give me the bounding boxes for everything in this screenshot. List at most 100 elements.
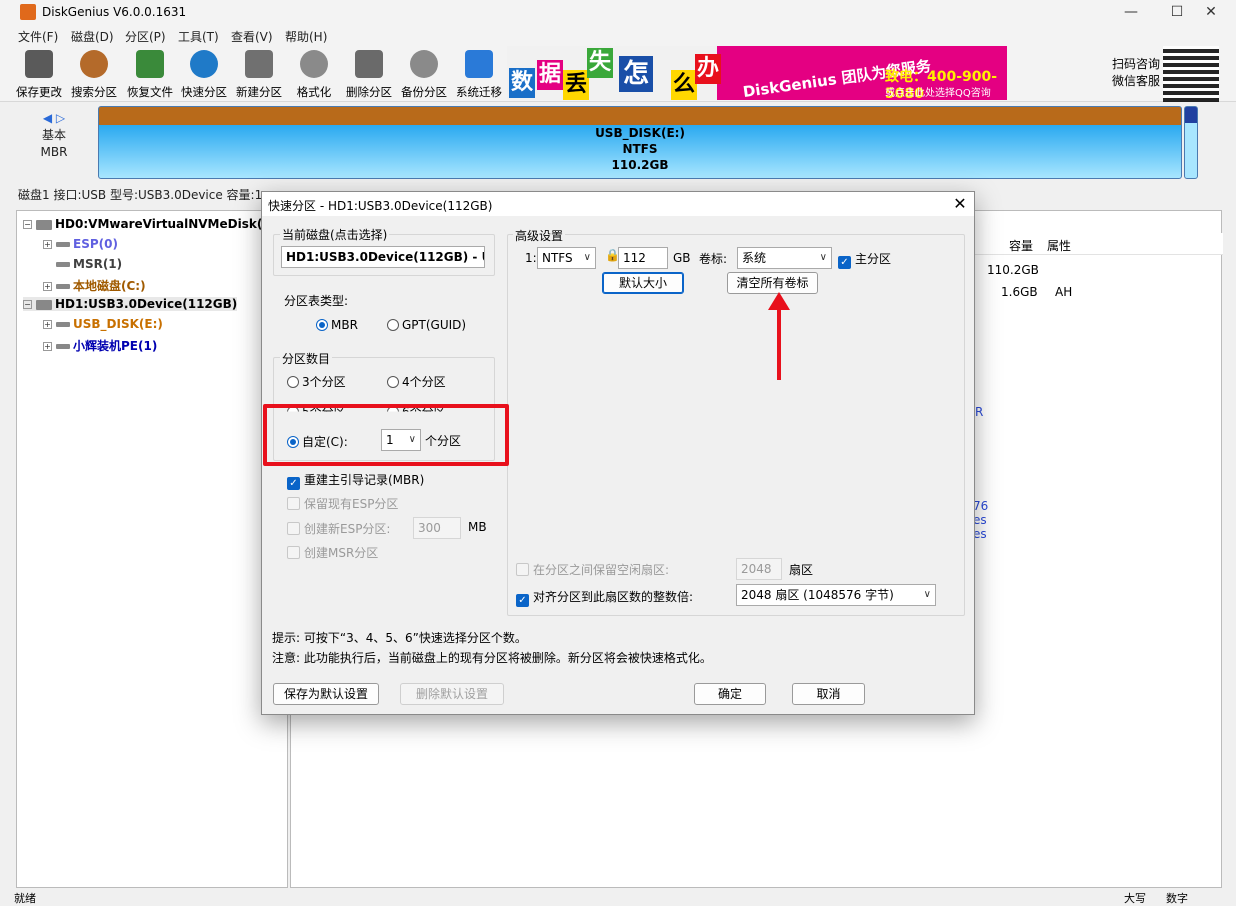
toolbar-quick-partition-button[interactable]: 快速分区 <box>178 48 230 100</box>
banner-char: 数 <box>509 68 535 98</box>
partition-fs: NTFS <box>622 142 658 156</box>
toolbar-recover-files-button[interactable]: 恢复文件 <box>124 48 176 100</box>
banner-qq-link[interactable]: 或点击此处选择QQ咨询 <box>885 84 991 99</box>
cancel-button[interactable]: 取消 <box>792 683 865 705</box>
banner-char: 怎 <box>619 56 653 92</box>
keep-esp-checkbox[interactable]: 保留现有ESP分区 <box>287 495 398 512</box>
disk-tree: − HD0:VMwareVirtualNVMeDisk(8 + ESP(0) MSR… <box>16 210 288 888</box>
ok-button[interactable]: 确定 <box>694 683 766 705</box>
tree-node-usb-disk[interactable]: + USB_DISK(E:) <box>43 317 163 331</box>
new-esp-checkbox[interactable]: 创建新ESP分区: <box>287 520 390 537</box>
radio-gpt[interactable]: GPT(GUID) <box>387 318 466 332</box>
expand-icon[interactable]: + <box>43 320 52 329</box>
note-text: 注意: 此功能执行后，当前磁盘上的现有分区将被删除。新分区将会被快速格式化。 <box>272 651 712 665</box>
partition-count-label: 分区数目 <box>280 350 333 367</box>
expand-icon[interactable]: + <box>43 282 52 291</box>
dialog-close-icon[interactable]: ✕ <box>946 192 974 216</box>
window-title: DiskGenius V6.0.0.1631 <box>42 5 187 19</box>
table-cell: 1.6GB <box>1001 285 1038 299</box>
advanced-settings-label: 高级设置 <box>513 227 566 244</box>
status-text: 就绪 <box>14 892 36 905</box>
tree-node-hd1[interactable]: − HD1:USB3.0Device(112GB) <box>23 297 238 311</box>
clear-all-labels-button[interactable]: 清空所有卷标 <box>727 272 818 294</box>
collapse-icon[interactable]: − <box>23 300 32 309</box>
col-attribute[interactable]: 属性 <box>1047 237 1071 254</box>
hard-disk-icon <box>36 219 52 230</box>
volume-label-select[interactable]: 系统 ∨ <box>737 247 832 269</box>
highlight-box <box>263 404 509 466</box>
row-index: 1: <box>525 251 537 265</box>
radio-mbr[interactable]: MBR <box>316 318 358 332</box>
create-msr-checkbox[interactable]: 创建MSR分区 <box>287 544 378 561</box>
size-unit: GB <box>673 251 691 265</box>
toolbar-backup-partition-button[interactable]: 备份分区 <box>398 48 450 100</box>
default-size-button[interactable]: 默认大小 <box>602 272 684 294</box>
partition-block-usb-disk[interactable]: USB_DISK(E:) NTFS 110.2GB <box>98 106 1182 179</box>
chevron-down-icon: ∨ <box>819 252 827 263</box>
save-default-button[interactable]: 保存为默认设置 <box>273 683 379 705</box>
tree-node-local-c[interactable]: + 本地磁盘(C:) <box>43 277 146 294</box>
disk-table-label: MBR <box>40 145 68 159</box>
radio-4-partitions[interactable]: 4个分区 <box>387 373 446 390</box>
save-disk-icon <box>25 50 53 78</box>
status-bar: 就绪 大写 数字 <box>0 888 1236 905</box>
menu-tools[interactable]: 工具(T) <box>178 28 219 45</box>
delete-default-button[interactable]: 删除默认设置 <box>400 683 504 705</box>
banner-char: 办 <box>695 54 721 84</box>
dialog-title: 快速分区 - HD1:USB3.0Device(112GB) <box>268 199 493 213</box>
reserve-sectors-checkbox[interactable]: 在分区之间保留空闲扇区: <box>516 561 669 578</box>
qr-code-icon <box>1163 46 1219 102</box>
expand-icon[interactable]: + <box>43 342 52 351</box>
current-disk-field[interactable]: HD1:USB3.0Device(112GB) - USB_ <box>281 246 485 268</box>
dialog-title-bar: 快速分区 - HD1:USB3.0Device(112GB) ✕ <box>262 192 974 216</box>
reserve-unit: 扇区 <box>789 563 814 577</box>
toolbar-format-button[interactable]: 格式化 <box>288 48 340 100</box>
partition-icon <box>56 322 70 327</box>
new-esp-size-input[interactable]: 300 <box>413 517 461 539</box>
tree-node-msr[interactable]: MSR(1) <box>56 257 122 271</box>
close-button[interactable]: ✕ <box>1188 0 1234 26</box>
table-cell: 110.2GB <box>987 263 1039 277</box>
volume-label-caption: 卷标: <box>699 252 728 266</box>
checkmark-icon: ✓ <box>287 477 300 490</box>
banner-char: 么 <box>671 70 697 100</box>
menu-view[interactable]: 查看(V) <box>231 28 273 45</box>
banner-char: 失 <box>587 48 613 78</box>
disk-info-line: 磁盘1 接口:USB 型号:USB3.0Device 容量:1 <box>18 188 263 202</box>
table-cell: AH <box>1055 285 1073 299</box>
partition-size-input[interactable]: 112 <box>618 247 668 269</box>
menu-help[interactable]: 帮助(H) <box>285 28 327 45</box>
tree-node-esp[interactable]: + ESP(0) <box>43 237 118 251</box>
delete-bin-icon <box>355 50 383 78</box>
expand-icon[interactable]: + <box>43 240 52 249</box>
partition-name: USB_DISK(E:) <box>595 126 685 140</box>
toolbar-save-button[interactable]: 保存更改 <box>13 48 65 100</box>
partial-text: 76 <box>973 499 989 513</box>
tree-node-pe[interactable]: + 小辉装机PE(1) <box>43 337 157 354</box>
radio-3-partitions[interactable]: 3个分区 <box>287 373 346 390</box>
toolbar-search-partition-button[interactable]: 搜索分区 <box>68 48 120 100</box>
menu-disk[interactable]: 磁盘(D) <box>71 28 114 45</box>
align-partitions-checkbox[interactable]: ✓ 对齐分区到此扇区数的整数倍: <box>516 588 693 607</box>
filesystem-select[interactable]: NTFS ∨ <box>537 247 596 269</box>
banner-char: 丢 <box>563 70 589 100</box>
disk-map: ◀ ▷ 基本 MBR USB_DISK(E:) NTFS 110.2GB <box>14 104 1220 184</box>
rebuild-mbr-checkbox[interactable]: ✓ 重建主引导记录(MBR) <box>287 471 424 490</box>
service-banner[interactable]: 数 据 丢 失 怎 么 办 DiskGenius 团队为您服务 致电：400-9… <box>507 46 1007 100</box>
checkmark-icon: ✓ <box>516 594 529 607</box>
toolbar-delete-partition-button[interactable]: 删除分区 <box>343 48 395 100</box>
disk-nav-arrows-icon[interactable]: ◀ ▷ <box>14 110 94 127</box>
col-capacity[interactable]: 容量 <box>1009 237 1033 254</box>
menu-partition[interactable]: 分区(P) <box>125 28 166 45</box>
toolbar-new-partition-button[interactable]: 新建分区 <box>233 48 285 100</box>
menu-file[interactable]: 文件(F) <box>18 28 58 45</box>
primary-partition-checkbox[interactable]: ✓ 主分区 <box>838 250 891 269</box>
collapse-icon[interactable]: − <box>23 220 32 229</box>
partition-block-pe[interactable] <box>1184 106 1198 179</box>
align-sectors-select[interactable]: 2048 扇区 (1048576 字节) ∨ <box>736 584 936 606</box>
toolbar-system-migrate-button[interactable]: 系统迁移 <box>453 48 505 100</box>
reserve-sectors-input[interactable]: 2048 <box>736 558 782 580</box>
magnifier-icon <box>80 50 108 78</box>
tree-node-hd0[interactable]: − HD0:VMwareVirtualNVMeDisk(8 <box>23 217 271 231</box>
minimize-button[interactable]: — <box>1108 0 1154 26</box>
